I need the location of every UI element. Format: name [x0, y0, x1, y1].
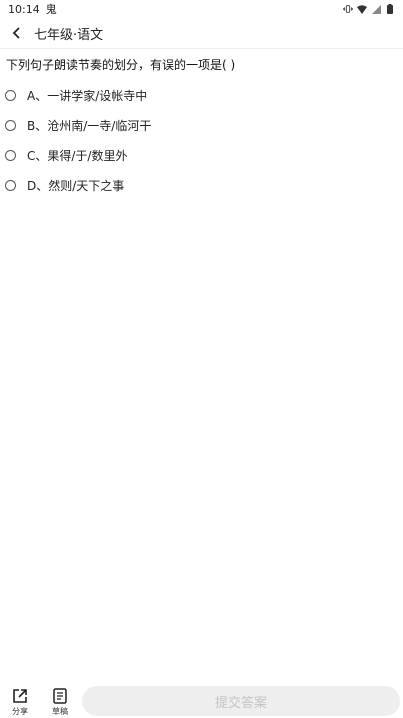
option-label: C、果得/于/数里外: [27, 148, 128, 163]
option-label: A、一讲学家/设帐寺中: [27, 88, 148, 103]
option-label: D、然则/天下之事: [27, 178, 125, 193]
option-a[interactable]: A、一讲学家/设帐寺中: [0, 80, 403, 110]
submit-answer-button[interactable]: 提交答案: [82, 686, 400, 716]
app-bar: 七年级·语文: [0, 18, 403, 48]
signal-icon: [371, 4, 381, 14]
back-button[interactable]: [2, 18, 32, 48]
share-label: 分享: [12, 707, 28, 716]
option-d[interactable]: D、然则/天下之事: [0, 170, 403, 200]
header-divider: [0, 48, 403, 49]
status-notification-glyph: 鬼: [45, 3, 57, 16]
share-button[interactable]: 分享: [7, 688, 33, 718]
draft-icon: [53, 688, 67, 704]
page-title: 七年级·语文: [34, 27, 104, 43]
option-b[interactable]: B、沧州南/一寺/临河干: [0, 110, 403, 140]
chevron-left-icon: [12, 27, 20, 39]
battery-icon: [385, 4, 395, 14]
vibrate-icon: [343, 4, 353, 14]
status-left: 10:14 鬼: [8, 1, 57, 17]
draft-button[interactable]: 草稿: [47, 688, 73, 718]
radio-button-b[interactable]: [5, 119, 16, 131]
wifi-icon: [357, 4, 367, 14]
options-list: A、一讲学家/设帐寺中 B、沧州南/一寺/临河干 C、果得/于/数里外 D、然则…: [0, 80, 403, 200]
draft-label: 草稿: [52, 707, 68, 716]
question-text: 下列句子朗读节奏的划分，有误的一项是( ): [6, 58, 236, 72]
share-icon: [13, 689, 27, 703]
status-time: 10:14: [8, 2, 40, 16]
status-right: [343, 4, 395, 14]
bottom-bar: 分享 草稿 提交答案: [0, 682, 403, 718]
option-label: B、沧州南/一寺/临河干: [27, 118, 152, 133]
radio-button-d[interactable]: [5, 179, 16, 191]
radio-button-a[interactable]: [5, 89, 16, 101]
option-c[interactable]: C、果得/于/数里外: [0, 140, 403, 170]
status-bar: 10:14 鬼: [0, 0, 403, 18]
radio-button-c[interactable]: [5, 149, 16, 161]
